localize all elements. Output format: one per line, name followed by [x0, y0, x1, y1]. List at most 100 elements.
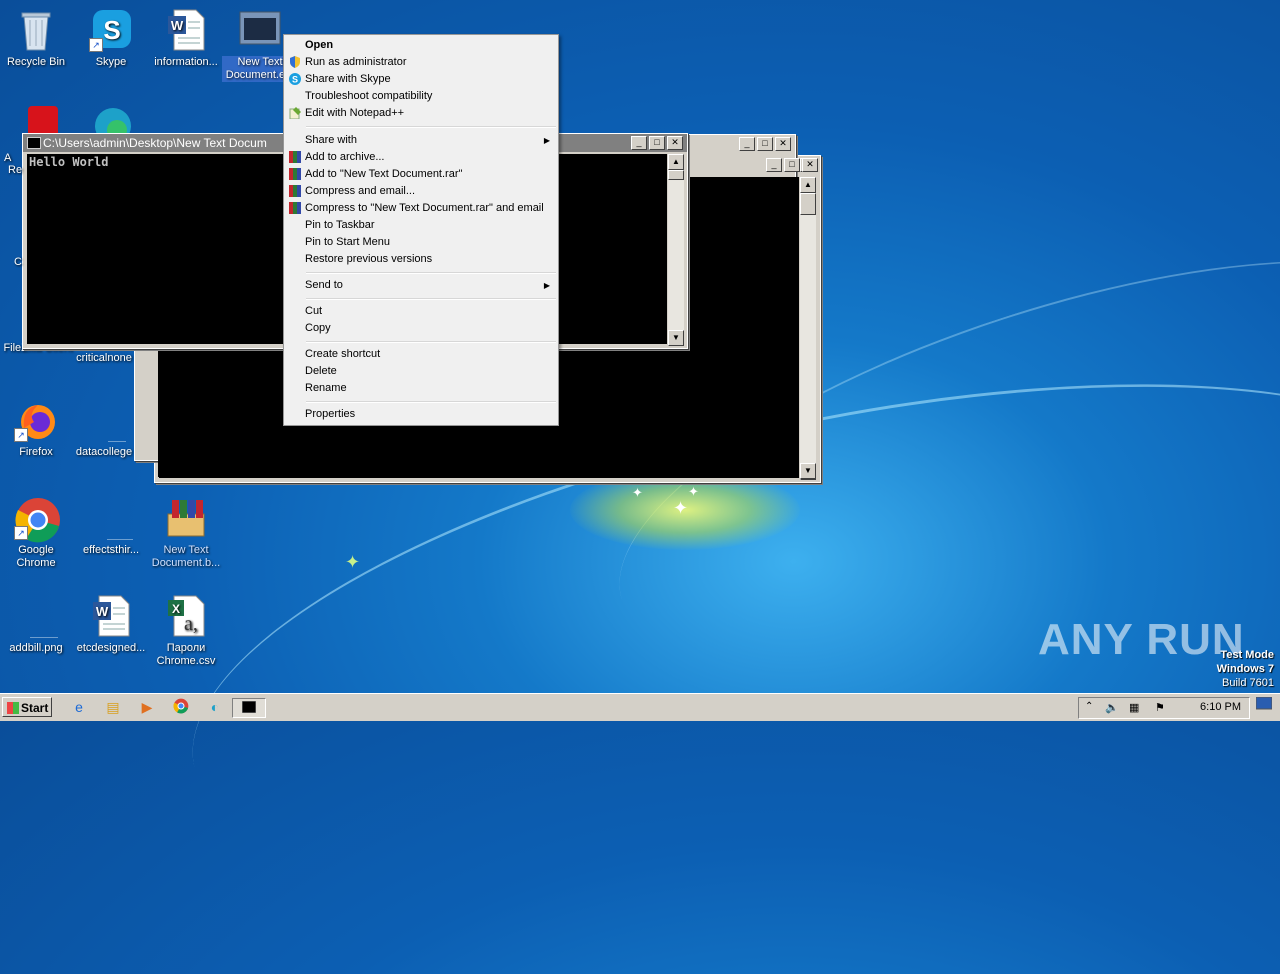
desktop-icon-label: Пароли Chrome.csv — [156, 642, 216, 667]
minimize-button[interactable]: _ — [739, 137, 755, 151]
desktop-icon-recycle-bin[interactable]: Recycle Bin — [0, 8, 74, 69]
menu-item-cut[interactable]: Cut — [286, 303, 556, 320]
minimize-button[interactable]: _ — [631, 136, 647, 150]
chrome-taskbar-icon[interactable] — [172, 698, 190, 716]
winrar-icon — [289, 202, 301, 214]
desktop-icon-label: effectsthir... — [82, 544, 140, 556]
maximize-button[interactable]: □ — [649, 136, 665, 150]
menu-item-label: Add to archive... — [305, 151, 385, 163]
menu-separator — [306, 341, 556, 343]
notepadpp-icon — [289, 107, 301, 119]
word-document-icon: W — [89, 594, 133, 638]
menu-item-label: Delete — [305, 365, 337, 377]
desktop-icon-addbill[interactable]: addbill.png — [0, 594, 74, 655]
menu-item-add-to-rar[interactable]: Add to "New Text Document.rar" — [286, 166, 556, 183]
menu-item-restore-previous-versions[interactable]: Restore previous versions — [286, 251, 556, 268]
console-taskbar-button[interactable] — [232, 698, 266, 718]
desktop-icon-datacollege[interactable]: datacollege — [66, 398, 142, 459]
context-menu[interactable]: Open Run as administrator S Share with S… — [283, 34, 559, 426]
show-hidden-icons-icon[interactable]: ⌃ — [1085, 701, 1093, 712]
wallpaper-sparkle: ✦ — [673, 498, 689, 518]
partial-desktop-label: C — [14, 256, 22, 268]
show-desktop-button[interactable] — [1255, 696, 1278, 717]
wallpaper-sparkle: ✦ — [632, 485, 643, 500]
menu-item-open[interactable]: Open — [286, 37, 556, 54]
desktop-icon-label: Recycle Bin — [6, 56, 66, 68]
volume-icon[interactable]: 🔈 — [1105, 701, 1119, 714]
menu-item-create-shortcut[interactable]: Create shortcut — [286, 346, 556, 363]
menu-item-send-to[interactable]: Send to ▶ — [286, 277, 556, 294]
menu-item-properties[interactable]: Properties — [286, 406, 556, 423]
desktop-icon-information[interactable]: W information... — [148, 8, 224, 69]
desktop-icon-firefox[interactable]: ↗ Firefox — [0, 398, 74, 459]
desktop-icon-passwords-csv[interactable]: Xa, Пароли Chrome.csv — [148, 594, 224, 668]
menu-separator — [306, 298, 556, 300]
chrome-icon: ↗ — [14, 496, 60, 543]
start-button[interactable]: Start — [2, 697, 52, 717]
submenu-arrow-icon: ▶ — [543, 281, 550, 290]
menu-separator — [306, 272, 556, 274]
clock[interactable]: 6:10 PM — [1200, 701, 1241, 713]
blank-file-icon — [89, 496, 133, 541]
menu-item-label: Add to "New Text Document.rar" — [305, 168, 463, 180]
scroll-down-arrow-icon[interactable]: ▼ — [668, 330, 684, 346]
menu-item-share-with-skype[interactable]: S Share with Skype — [286, 71, 556, 88]
internet-explorer-icon[interactable]: e — [70, 698, 88, 716]
test-mode-line: Windows 7 — [1216, 663, 1274, 675]
console-title-text: C:\Users\admin\Desktop\New Text Docum — [43, 136, 267, 150]
desktop-icon-effectsthir[interactable]: effectsthir... — [73, 496, 149, 557]
skype-icon: S ↗ — [89, 8, 133, 52]
menu-item-edit-with-notepadpp[interactable]: Edit with Notepad++ — [286, 105, 556, 122]
scroll-down-arrow-icon[interactable]: ▼ — [800, 463, 816, 479]
menu-item-troubleshoot-compatibility[interactable]: Troubleshoot compatibility — [286, 88, 556, 105]
minimize-button[interactable]: _ — [766, 158, 782, 172]
menu-item-pin-to-taskbar[interactable]: Pin to Taskbar — [286, 217, 556, 234]
menu-item-compress-to-rar-and-email[interactable]: Compress to "New Text Document.rar" and … — [286, 200, 556, 217]
taskbar: Start e ▤ ▶ ◐ ⌃ 🔈 ▦ ⚑ 6:10 PM — [0, 693, 1280, 721]
menu-item-rename[interactable]: Rename — [286, 380, 556, 397]
menu-item-delete[interactable]: Delete — [286, 363, 556, 380]
close-button[interactable]: ✕ — [802, 158, 818, 172]
console-app-icon — [238, 8, 282, 52]
excel-csv-icon: Xa, — [164, 594, 208, 638]
vertical-scrollbar[interactable]: ▲ ▼ — [668, 154, 684, 346]
menu-item-add-to-archive[interactable]: Add to archive... — [286, 149, 556, 166]
desktop-icon-google-chrome[interactable]: ↗ Google Chrome — [0, 496, 74, 570]
desktop-icon-skype[interactable]: S ↗ Skype — [73, 8, 149, 69]
system-tray: ⌃ 🔈 ▦ ⚑ 6:10 PM — [1078, 697, 1250, 719]
scroll-up-arrow-icon[interactable]: ▲ — [800, 177, 816, 193]
close-button[interactable]: ✕ — [775, 137, 791, 151]
winrar-icon — [289, 168, 301, 180]
menu-item-label: Pin to Taskbar — [305, 219, 375, 231]
desktop-icon-label: datacollege — [75, 446, 133, 458]
menu-item-label: Cut — [305, 305, 323, 317]
scroll-thumb[interactable] — [668, 170, 684, 180]
wallpaper-sparkle: ✦ — [345, 552, 361, 572]
scroll-thumb[interactable] — [800, 193, 816, 215]
recycle-bin-icon — [14, 8, 58, 52]
menu-separator — [306, 401, 556, 403]
vertical-scrollbar[interactable]: ▲ ▼ — [800, 177, 816, 479]
windows-flag-icon — [7, 702, 19, 714]
action-center-flag-icon[interactable]: ⚑ — [1155, 701, 1165, 714]
maximize-button[interactable]: □ — [784, 158, 800, 172]
media-player-icon[interactable]: ▶ — [138, 698, 156, 716]
scroll-up-arrow-icon[interactable]: ▲ — [668, 154, 684, 170]
menu-item-pin-to-start-menu[interactable]: Pin to Start Menu — [286, 234, 556, 251]
maximize-button[interactable]: □ — [757, 137, 773, 151]
uac-shield-icon — [290, 56, 300, 68]
wallpaper-sparkle: ✦ — [688, 484, 699, 499]
menu-item-share-with[interactable]: Share with ▶ — [286, 132, 556, 149]
menu-item-run-as-administrator[interactable]: Run as administrator — [286, 54, 556, 71]
skype-icon: S — [289, 73, 301, 85]
desktop-icon-label: addbill.png — [9, 642, 63, 654]
menu-item-copy[interactable]: Copy — [286, 320, 556, 337]
menu-item-compress-and-email[interactable]: Compress and email... — [286, 183, 556, 200]
file-explorer-icon[interactable]: ▤ — [104, 698, 122, 716]
desktop-icon-etcdesigned[interactable]: W etcdesigned... — [73, 594, 149, 655]
menu-item-label: Edit with Notepad++ — [305, 107, 405, 119]
network-icon[interactable]: ▦ — [1129, 701, 1139, 714]
close-button[interactable]: ✕ — [667, 136, 683, 150]
desktop-icon-new-text-document-b[interactable]: New Text Document.b... — [148, 496, 224, 570]
edge-taskbar-icon[interactable]: ◐ — [206, 698, 224, 716]
